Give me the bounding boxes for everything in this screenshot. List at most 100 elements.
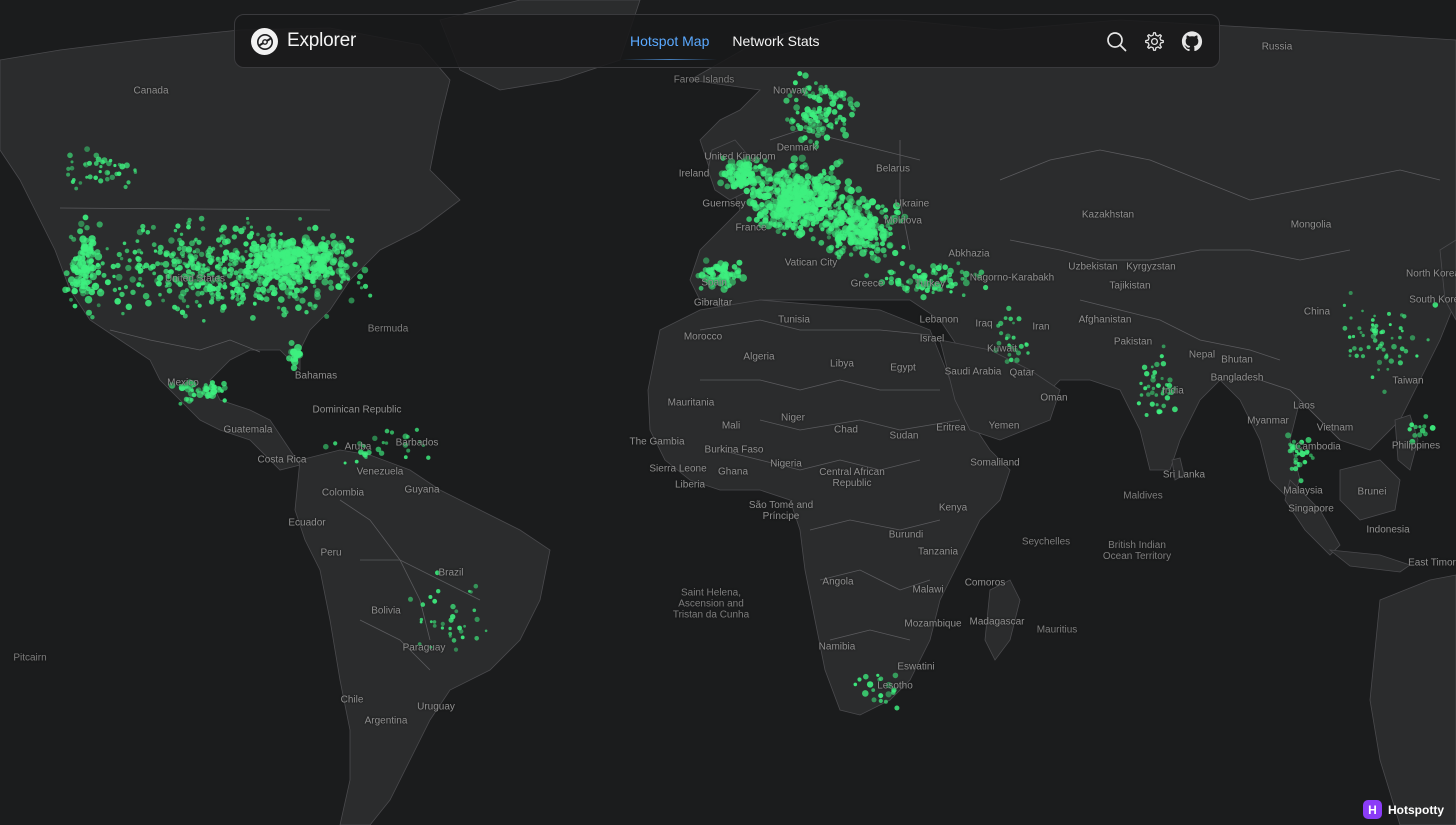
hotspot-dot[interactable] bbox=[419, 620, 423, 624]
hotspot-dot[interactable] bbox=[195, 265, 201, 271]
hotspot-dot[interactable] bbox=[243, 241, 249, 247]
hotspot-dot[interactable] bbox=[432, 598, 438, 604]
hotspot-dot[interactable] bbox=[321, 236, 326, 241]
hotspot-dot[interactable] bbox=[780, 203, 785, 208]
hotspot-dot[interactable] bbox=[824, 210, 832, 218]
hotspot-dot[interactable] bbox=[66, 172, 71, 177]
hotspot-dot[interactable] bbox=[790, 117, 794, 121]
hotspot-dot[interactable] bbox=[1141, 364, 1148, 370]
hotspot-dot[interactable] bbox=[183, 396, 189, 402]
hotspot-dot[interactable] bbox=[96, 221, 103, 228]
hotspot-dot[interactable] bbox=[161, 298, 166, 303]
hotspot-dot[interactable] bbox=[96, 289, 105, 297]
hotspot-dot[interactable] bbox=[118, 287, 122, 291]
hotspot-dot[interactable] bbox=[186, 224, 191, 230]
hotspot-dot[interactable] bbox=[893, 209, 899, 215]
hotspotty-brand[interactable]: H Hotspotty bbox=[1363, 800, 1444, 819]
hotspot-dot[interactable] bbox=[86, 256, 94, 265]
hotspot-dot[interactable] bbox=[1376, 359, 1383, 365]
hotspot-dot[interactable] bbox=[1154, 361, 1160, 368]
hotspot-dot[interactable] bbox=[163, 251, 169, 258]
hotspot-dot[interactable] bbox=[1298, 478, 1304, 484]
hotspot-dot[interactable] bbox=[389, 430, 395, 435]
hotspot-dot[interactable] bbox=[245, 216, 250, 221]
hotspot-dot[interactable] bbox=[125, 264, 132, 272]
hotspot-dot[interactable] bbox=[816, 187, 824, 195]
hotspot-dot[interactable] bbox=[252, 261, 260, 269]
hotspot-dot[interactable] bbox=[1370, 333, 1377, 339]
hotspot-dot[interactable] bbox=[1423, 431, 1428, 437]
hotspot-dot[interactable] bbox=[298, 217, 302, 221]
hotspot-dot[interactable] bbox=[756, 189, 762, 195]
hotspot-dot[interactable] bbox=[285, 239, 293, 246]
hotspot-dot[interactable] bbox=[1423, 414, 1429, 419]
hotspot-dot[interactable] bbox=[232, 225, 239, 232]
hotspot-dot[interactable] bbox=[1297, 462, 1303, 468]
hotspot-dot[interactable] bbox=[228, 257, 234, 262]
helium-logo-icon[interactable] bbox=[251, 28, 278, 55]
hotspot-dot[interactable] bbox=[182, 261, 186, 265]
hotspot-dot[interactable] bbox=[863, 673, 869, 680]
hotspot-dot[interactable] bbox=[314, 291, 321, 298]
hotspot-dot[interactable] bbox=[852, 108, 856, 112]
hotspot-dot[interactable] bbox=[750, 186, 756, 193]
hotspot-dot[interactable] bbox=[920, 294, 927, 301]
hotspot-dot[interactable] bbox=[1172, 386, 1177, 391]
hotspot-dot[interactable] bbox=[139, 263, 143, 267]
hotspot-dot[interactable] bbox=[1289, 466, 1294, 471]
hotspot-dot[interactable] bbox=[808, 194, 816, 202]
hotspot-dot[interactable] bbox=[274, 265, 279, 270]
hotspot-dot[interactable] bbox=[1004, 359, 1010, 364]
hotspot-dot[interactable] bbox=[879, 226, 885, 232]
hotspot-dot[interactable] bbox=[841, 236, 847, 241]
hotspot-dot[interactable] bbox=[337, 262, 344, 268]
hotspot-dot[interactable] bbox=[789, 178, 798, 187]
hotspot-dot[interactable] bbox=[284, 310, 289, 315]
hotspot-dot[interactable] bbox=[299, 259, 307, 267]
hotspot-dot[interactable] bbox=[788, 214, 793, 219]
hotspot-dot[interactable] bbox=[450, 603, 456, 610]
hotspot-dot[interactable] bbox=[222, 303, 227, 308]
hotspot-dot[interactable] bbox=[101, 272, 107, 278]
hotspot-dot[interactable] bbox=[440, 621, 445, 627]
hotspot-dot[interactable] bbox=[463, 624, 466, 628]
hotspot-dot[interactable] bbox=[861, 240, 870, 249]
hotspot-dot[interactable] bbox=[724, 283, 730, 290]
hotspot-dot[interactable] bbox=[95, 262, 101, 268]
hotspot-dot[interactable] bbox=[121, 311, 125, 316]
hotspot-dot[interactable] bbox=[751, 180, 757, 185]
hotspot-dot[interactable] bbox=[863, 224, 870, 232]
hotspot-dot[interactable] bbox=[1418, 425, 1422, 429]
hotspot-dot[interactable] bbox=[408, 596, 413, 602]
hotspot-dot[interactable] bbox=[113, 163, 117, 168]
hotspot-dot[interactable] bbox=[119, 256, 124, 261]
hotspot-dot[interactable] bbox=[822, 203, 829, 210]
hotspot-dot[interactable] bbox=[848, 220, 853, 225]
hotspot-dot[interactable] bbox=[783, 97, 790, 104]
hotspot-dot[interactable] bbox=[247, 258, 254, 265]
hotspot-dot[interactable] bbox=[888, 276, 894, 282]
hotspot-dot[interactable] bbox=[786, 187, 792, 192]
hotspot-dot[interactable] bbox=[794, 97, 799, 103]
hotspot-dot[interactable] bbox=[66, 166, 71, 171]
hotspot-dot[interactable] bbox=[215, 386, 223, 393]
hotspot-dot[interactable] bbox=[265, 225, 272, 232]
hotspot-dot[interactable] bbox=[1413, 424, 1418, 430]
hotspot-dot[interactable] bbox=[242, 274, 247, 279]
hotspot-dot[interactable] bbox=[1377, 368, 1380, 372]
hotspot-dot[interactable] bbox=[993, 347, 999, 353]
hotspot-dot[interactable] bbox=[942, 264, 948, 271]
hotspot-dot[interactable] bbox=[428, 595, 433, 599]
hotspot-dot[interactable] bbox=[1380, 329, 1386, 335]
world-map[interactable] bbox=[0, 0, 1456, 825]
hotspot-dot[interactable] bbox=[150, 224, 156, 230]
hotspot-dot[interactable] bbox=[70, 160, 74, 164]
hotspot-dot[interactable] bbox=[878, 698, 883, 704]
hotspot-dot[interactable] bbox=[808, 139, 813, 144]
hotspot-dot[interactable] bbox=[731, 264, 738, 270]
hotspot-dot[interactable] bbox=[141, 265, 146, 270]
hotspot-dot[interactable] bbox=[746, 216, 752, 222]
hotspot-dot[interactable] bbox=[440, 626, 444, 630]
hotspot-dot[interactable] bbox=[233, 270, 239, 276]
hotspot-dot[interactable] bbox=[237, 286, 244, 293]
